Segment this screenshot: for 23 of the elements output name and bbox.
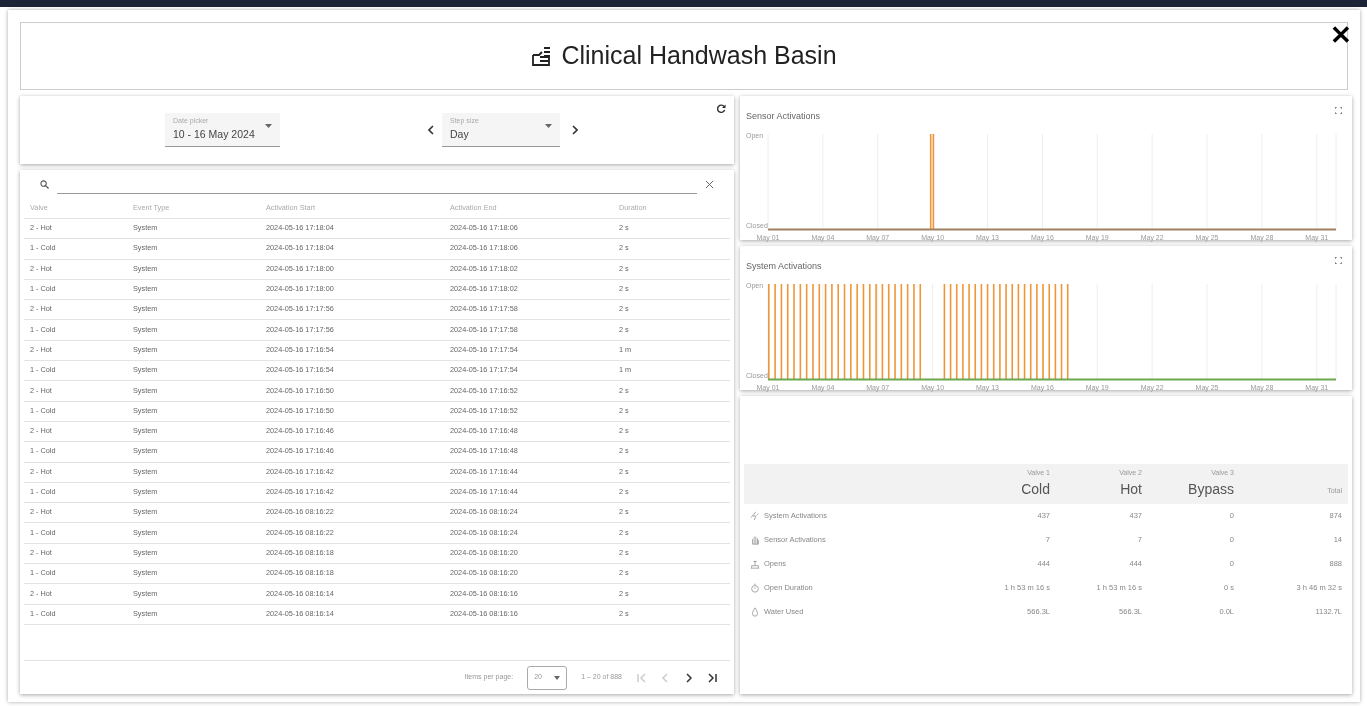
- close-icon[interactable]: [705, 179, 714, 189]
- water-drop-icon: [750, 607, 760, 617]
- next-page-button[interactable]: [684, 671, 694, 684]
- chevron-left-icon[interactable]: [428, 125, 434, 135]
- caret-icon: [545, 124, 552, 129]
- valve-name: Bypass: [1188, 479, 1234, 499]
- chart-title: Sensor Activations: [746, 110, 821, 123]
- search-icon: [40, 179, 49, 189]
- valve-icon: [750, 559, 760, 569]
- chevron-right-icon[interactable]: [572, 125, 578, 135]
- close-button[interactable]: ✕: [1330, 22, 1352, 48]
- last-page-button[interactable]: [708, 671, 718, 684]
- fullscreen-icon[interactable]: [1335, 107, 1342, 114]
- caret-icon: [554, 675, 561, 680]
- lightning-icon: [750, 511, 760, 521]
- stopwatch-icon: [750, 583, 760, 593]
- valve-name: Hot: [1120, 479, 1142, 499]
- chart-title: System Activations: [746, 260, 822, 273]
- fullscreen-icon[interactable]: [1335, 257, 1342, 264]
- caret-icon: [265, 124, 272, 129]
- dialog-title: Clinical Handwash Basin: [561, 40, 837, 72]
- refresh-icon[interactable]: [717, 104, 726, 113]
- valve-name: Cold: [1021, 479, 1050, 499]
